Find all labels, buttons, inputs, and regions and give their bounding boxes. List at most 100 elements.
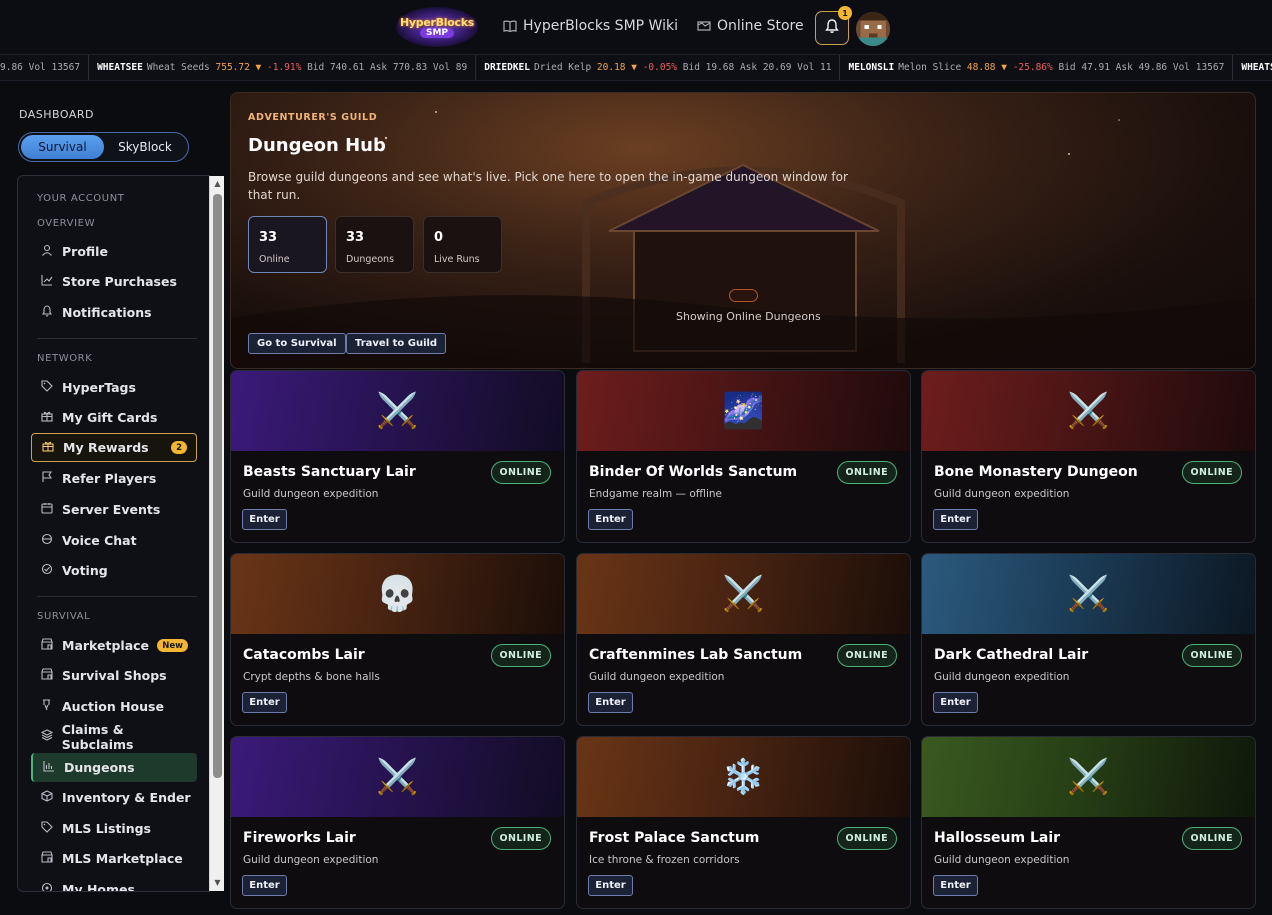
sidebar-item-marketplace[interactable]: Marketplace New: [31, 631, 197, 660]
filter-toggle[interactable]: [729, 289, 758, 302]
section-label-survival: SURVIVAL: [37, 611, 91, 622]
sidebar-item-mls-listings[interactable]: MLS Listings: [31, 814, 197, 843]
dungeon-title: Fireworks Lair: [243, 830, 356, 846]
calendar-icon: [40, 502, 54, 517]
crossed-swords-icon: ⚔️: [231, 371, 564, 451]
store-icon: [697, 19, 711, 33]
status-badge: ONLINE: [836, 461, 897, 484]
sidebar-item-label: Notifications: [62, 305, 152, 320]
sidebar-item-mls-marketplace[interactable]: MLS Marketplace: [31, 844, 197, 873]
enter-button[interactable]: Enter: [933, 509, 978, 530]
scroll-down-icon[interactable]: ▼: [213, 878, 222, 888]
sidebar-item-gift-cards[interactable]: My Gift Cards: [31, 403, 197, 432]
sidebar-item-inventory[interactable]: Inventory & Ender: [31, 783, 197, 812]
status-badge: ONLINE: [1181, 827, 1242, 850]
ticker-rest: Bid 740.61 Ask 770.83 Vol 89: [307, 62, 468, 73]
status-badge: ONLINE: [836, 644, 897, 667]
dungeon-card[interactable]: 💀 Catacombs Lair ONLINE Crypt depths & b…: [230, 553, 565, 726]
enter-button[interactable]: Enter: [242, 509, 287, 530]
avatar[interactable]: [856, 12, 890, 46]
dungeon-card[interactable]: ⚔️ Fireworks Lair ONLINE Guild dungeon e…: [230, 736, 565, 909]
dungeon-subtitle: Ice throne & frozen corridors: [589, 854, 740, 866]
dungeon-card[interactable]: 🌌 Binder Of Worlds Sanctum ONLINE Endgam…: [576, 370, 911, 543]
mode-survival-button[interactable]: Survival: [21, 135, 104, 159]
sidebar-item-notifications[interactable]: Notifications: [31, 298, 197, 327]
top-bar: HyperBlocks SMP HyperBlocks SMP Wiki Onl…: [0, 0, 1272, 54]
milky-way-icon: 🌌: [577, 371, 910, 451]
ticker-item: WHEATSEE Wheat Seeds 755.72 ▼ -1.91% Bid …: [89, 55, 477, 80]
gavel-icon: [40, 699, 54, 714]
gift-icon: [41, 440, 55, 455]
sidebar-scrollbar[interactable]: ▲ ▼: [209, 176, 224, 891]
enter-button[interactable]: Enter: [588, 509, 633, 530]
hero-description: Browse guild dungeons and see what's liv…: [248, 170, 848, 202]
skull-icon: 💀: [231, 554, 564, 634]
sidebar-item-label: MLS Listings: [62, 821, 151, 836]
ticker-name: Melon Slice: [898, 62, 962, 73]
sidebar-item-dungeons[interactable]: Dungeons: [31, 753, 197, 782]
stat-dungeons: 33 Dungeons: [335, 216, 414, 273]
enter-button[interactable]: Enter: [242, 692, 287, 713]
sidebar-item-profile[interactable]: Profile: [31, 237, 197, 266]
sidebar-item-voice[interactable]: Voice Chat: [31, 526, 197, 555]
dungeon-card[interactable]: ⚔️ Dark Cathedral Lair ONLINE Guild dung…: [921, 553, 1256, 726]
enter-button[interactable]: Enter: [588, 692, 633, 713]
sidebar-item-auction[interactable]: Auction House: [31, 692, 197, 721]
enter-button[interactable]: Enter: [588, 875, 633, 896]
dungeon-card[interactable]: ⚔️ Craftenmines Lab Sanctum ONLINE Guild…: [576, 553, 911, 726]
user-icon: [40, 244, 54, 259]
sidebar-item-survival-shops[interactable]: Survival Shops: [31, 661, 197, 690]
ticker-price: 48.88 ▼: [966, 62, 1007, 73]
mode-skyblock-button[interactable]: SkyBlock: [104, 135, 186, 159]
tag-icon: [40, 821, 54, 836]
status-badge: ONLINE: [1181, 644, 1242, 667]
sidebar-item-refer[interactable]: Refer Players: [31, 464, 197, 493]
new-badge: New: [157, 639, 188, 652]
logo-subtext: SMP: [419, 28, 455, 38]
travel-to-guild-button[interactable]: Travel to Guild: [346, 333, 447, 354]
section-label-overview: OVERVIEW: [37, 218, 96, 229]
scroll-up-icon[interactable]: ▲: [213, 179, 222, 189]
enter-button[interactable]: Enter: [933, 692, 978, 713]
dungeon-subtitle: Crypt depths & bone halls: [243, 671, 380, 683]
store-icon: [40, 638, 54, 653]
ticker-change: -25.86%: [1012, 62, 1053, 73]
sidebar-item-store-purchases[interactable]: Store Purchases: [31, 267, 197, 296]
go-to-survival-button[interactable]: Go to Survival: [248, 333, 346, 354]
stat-value: 0: [434, 230, 444, 245]
stat-live-runs: 0 Live Runs: [423, 216, 502, 273]
scrollbar-thumb[interactable]: [213, 194, 222, 778]
enter-button[interactable]: Enter: [933, 875, 978, 896]
dungeon-hub-hero: ADVENTURER'S GUILD Dungeon Hub Browse gu…: [230, 92, 1256, 369]
ticker-item: WHEATSEE: [1233, 55, 1272, 80]
dungeon-card[interactable]: ⚔️ Bone Monastery Dungeon ONLINE Guild d…: [921, 370, 1256, 543]
store-link-label: Online Store: [717, 18, 804, 34]
wiki-link[interactable]: HyperBlocks SMP Wiki: [503, 18, 678, 34]
sidebar-item-homes[interactable]: My Homes: [31, 875, 197, 891]
store-link[interactable]: Online Store: [697, 18, 804, 34]
sidebar-item-label: HyperTags: [62, 380, 136, 395]
ticker-change: -0.05%: [642, 62, 678, 73]
dungeon-subtitle: Guild dungeon expedition: [243, 854, 379, 866]
dungeon-card[interactable]: ⚔️ Hallosseum Lair ONLINE Guild dungeon …: [921, 736, 1256, 909]
cube-icon: [40, 790, 54, 805]
ticker-change: -1.91%: [267, 62, 302, 73]
sidebar-divider: [37, 338, 197, 339]
stat-label: Live Runs: [434, 254, 480, 265]
ticker-rest: Bid 47.91 Ask 49.86 Vol 13567: [1058, 62, 1225, 73]
sidebar-item-hypertags[interactable]: HyperTags: [31, 373, 197, 402]
tag-icon: [40, 380, 54, 395]
chart-icon: [40, 274, 54, 289]
sidebar-item-events[interactable]: Server Events: [31, 495, 197, 524]
sidebar-item-label: My Rewards: [63, 440, 149, 455]
sidebar-item-label: Voting: [62, 563, 108, 578]
sidebar-item-rewards[interactable]: My Rewards 2: [31, 433, 197, 462]
status-badge: ONLINE: [490, 827, 551, 850]
dungeon-card[interactable]: ❄️ Frost Palace Sanctum ONLINE Ice thron…: [576, 736, 911, 909]
sidebar-item-claims[interactable]: Claims & Subclaims: [31, 722, 197, 752]
dungeon-card[interactable]: ⚔️ Beasts Sanctuary Lair ONLINE Guild du…: [230, 370, 565, 543]
book-icon: [503, 19, 517, 33]
enter-button[interactable]: Enter: [242, 875, 287, 896]
site-logo[interactable]: HyperBlocks SMP: [396, 7, 478, 47]
sidebar-item-voting[interactable]: Voting: [31, 556, 197, 585]
